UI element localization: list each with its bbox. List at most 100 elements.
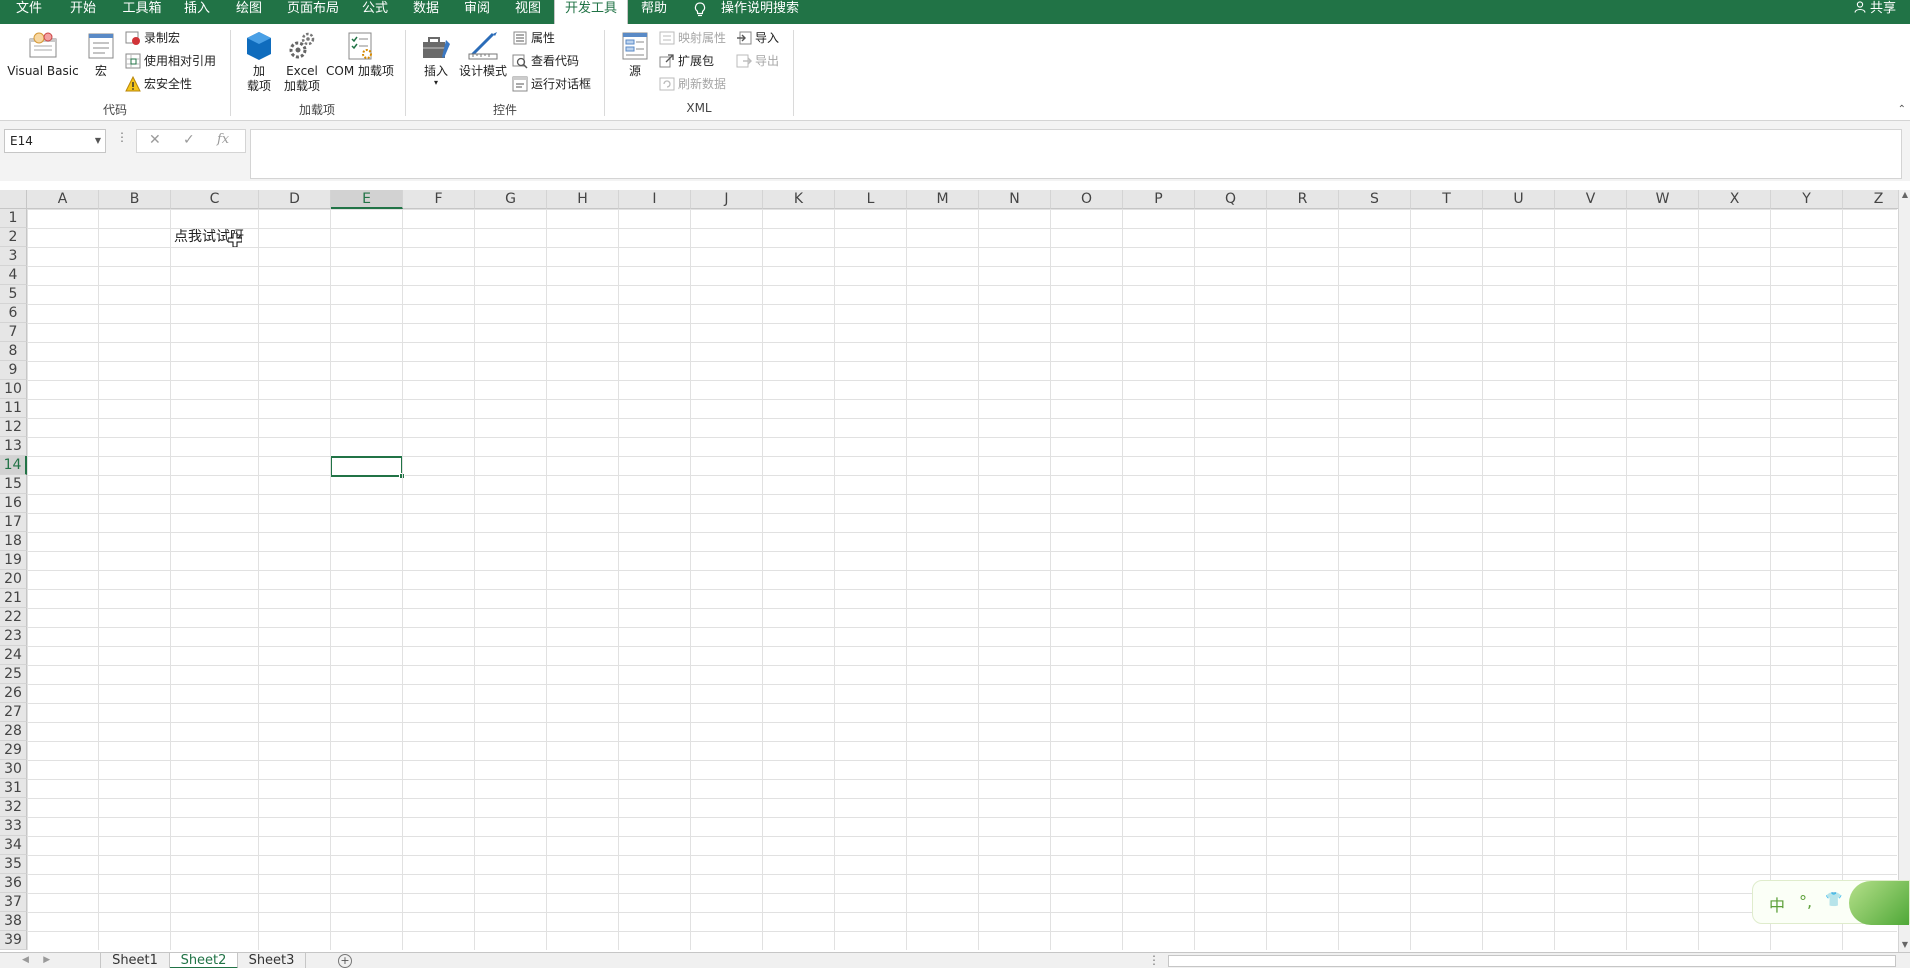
excel-addins-button[interactable]: Excel 加载项 <box>281 30 323 94</box>
column-header-f[interactable]: F <box>403 190 475 209</box>
xml-source-button[interactable]: 源 <box>618 30 652 79</box>
column-header-b[interactable]: B <box>99 190 171 209</box>
tab-view[interactable]: 视图 <box>513 0 543 24</box>
row-header-2[interactable]: 2 <box>0 228 27 247</box>
tab-help[interactable]: 帮助 <box>639 0 669 24</box>
xml-export-button[interactable]: 导出 <box>736 51 779 71</box>
row-header-5[interactable]: 5 <box>0 285 27 304</box>
refresh-data-button[interactable]: 刷新数据 <box>659 74 726 94</box>
horizontal-scrollbar[interactable] <box>1168 955 1896 967</box>
row-header-23[interactable]: 23 <box>0 627 27 646</box>
insert-control-button[interactable]: 插入 ▾ <box>418 30 454 87</box>
row-header-22[interactable]: 22 <box>0 608 27 627</box>
row-header-13[interactable]: 13 <box>0 437 27 456</box>
row-header-3[interactable]: 3 <box>0 247 27 266</box>
row-header-18[interactable]: 18 <box>0 532 27 551</box>
row-header-37[interactable]: 37 <box>0 893 27 912</box>
column-header-h[interactable]: H <box>547 190 619 209</box>
tab-file[interactable]: 文件 <box>14 0 44 24</box>
macros-button[interactable]: 宏 <box>84 30 118 79</box>
tab-page-layout[interactable]: 页面布局 <box>286 0 340 24</box>
tab-draw[interactable]: 绘图 <box>234 0 264 24</box>
run-dialog-button[interactable]: 运行对话框 <box>512 74 591 94</box>
row-header-35[interactable]: 35 <box>0 855 27 874</box>
row-header-19[interactable]: 19 <box>0 551 27 570</box>
column-header-w[interactable]: W <box>1627 190 1699 209</box>
row-header-31[interactable]: 31 <box>0 779 27 798</box>
tab-data[interactable]: 数据 <box>411 0 441 24</box>
row-header-16[interactable]: 16 <box>0 494 27 513</box>
formula-input[interactable] <box>250 129 1902 179</box>
vertical-scrollbar[interactable]: ▲ ▼ <box>1898 190 1910 952</box>
select-all-corner[interactable] <box>0 190 27 209</box>
row-header-36[interactable]: 36 <box>0 874 27 893</box>
view-code-button[interactable]: 查看代码 <box>512 51 579 71</box>
expansion-packs-button[interactable]: 扩展包 <box>659 51 714 71</box>
row-header-30[interactable]: 30 <box>0 760 27 779</box>
column-header-l[interactable]: L <box>835 190 907 209</box>
addins-button[interactable]: 加 载项 <box>244 30 274 94</box>
design-mode-button[interactable]: 设计模式 <box>457 30 509 79</box>
column-header-y[interactable]: Y <box>1771 190 1843 209</box>
chevron-down-icon[interactable]: ▼ <box>95 130 101 152</box>
ime-punct-label[interactable]: °, <box>1799 892 1812 911</box>
tab-insert[interactable]: 插入 <box>182 0 212 24</box>
sheet-tab-sheet1[interactable]: Sheet1 <box>100 953 170 968</box>
collapse-ribbon-icon[interactable]: ⌃ <box>1898 104 1906 115</box>
row-header-27[interactable]: 27 <box>0 703 27 722</box>
cancel-icon[interactable]: ✕ <box>149 132 161 148</box>
row-header-38[interactable]: 38 <box>0 912 27 931</box>
row-header-34[interactable]: 34 <box>0 836 27 855</box>
xml-import-button[interactable]: 导入 <box>736 28 779 48</box>
scroll-down-icon[interactable]: ▼ <box>1899 940 1910 952</box>
sheet-nav-arrows[interactable]: ◀ ▶ <box>22 953 50 968</box>
column-header-p[interactable]: P <box>1123 190 1195 209</box>
row-header-20[interactable]: 20 <box>0 570 27 589</box>
row-header-14[interactable]: 14 <box>0 456 27 475</box>
macro-security-button[interactable]: 宏安全性 <box>125 74 192 94</box>
cell-area[interactable]: 点我试试呀 <box>27 209 1897 950</box>
com-addins-button[interactable]: COM 加载项 <box>324 30 396 79</box>
sheet-tab-sheet2[interactable]: Sheet2 <box>170 953 238 968</box>
row-header-26[interactable]: 26 <box>0 684 27 703</box>
tab-home[interactable]: 开始 <box>68 0 98 24</box>
row-header-7[interactable]: 7 <box>0 323 27 342</box>
ime-mode-label[interactable]: 中 <box>1769 892 1785 916</box>
enter-icon[interactable]: ✓ <box>183 132 195 148</box>
insert-function-icon[interactable]: fx <box>217 132 229 147</box>
column-header-t[interactable]: T <box>1411 190 1483 209</box>
row-header-17[interactable]: 17 <box>0 513 27 532</box>
tell-me-search[interactable]: 操作说明搜索 <box>720 0 800 24</box>
column-header-j[interactable]: J <box>691 190 763 209</box>
scroll-up-icon[interactable]: ▲ <box>1899 190 1910 202</box>
column-header-d[interactable]: D <box>259 190 331 209</box>
column-header-r[interactable]: R <box>1267 190 1339 209</box>
share-button[interactable]: 共享 <box>1854 0 1896 18</box>
visual-basic-button[interactable]: Visual Basic <box>6 30 80 79</box>
column-header-q[interactable]: Q <box>1195 190 1267 209</box>
row-header-21[interactable]: 21 <box>0 589 27 608</box>
tab-developer[interactable]: 开发工具 <box>554 0 628 24</box>
column-header-k[interactable]: K <box>763 190 835 209</box>
column-header-u[interactable]: U <box>1483 190 1555 209</box>
column-header-a[interactable]: A <box>27 190 99 209</box>
properties-button[interactable]: 属性 <box>512 28 555 48</box>
tab-toolbox[interactable]: 工具箱 <box>122 0 162 24</box>
column-header-i[interactable]: I <box>619 190 691 209</box>
column-header-n[interactable]: N <box>979 190 1051 209</box>
row-header-25[interactable]: 25 <box>0 665 27 684</box>
sheet-tab-sheet3[interactable]: Sheet3 <box>238 953 306 968</box>
column-header-o[interactable]: O <box>1051 190 1123 209</box>
map-properties-button[interactable]: 映射属性 <box>659 28 726 48</box>
row-header-28[interactable]: 28 <box>0 722 27 741</box>
column-header-g[interactable]: G <box>475 190 547 209</box>
row-header-10[interactable]: 10 <box>0 380 27 399</box>
tab-review[interactable]: 审阅 <box>462 0 492 24</box>
tab-formulas[interactable]: 公式 <box>360 0 390 24</box>
column-header-s[interactable]: S <box>1339 190 1411 209</box>
active-cell-e14[interactable] <box>330 456 405 479</box>
relative-reference-button[interactable]: 使用相对引用 <box>125 51 216 71</box>
row-header-1[interactable]: 1 <box>0 209 27 228</box>
ime-toolbar[interactable]: 中 °, 👕 <box>1752 880 1910 925</box>
name-box[interactable]: E14 ▼ <box>4 129 106 153</box>
